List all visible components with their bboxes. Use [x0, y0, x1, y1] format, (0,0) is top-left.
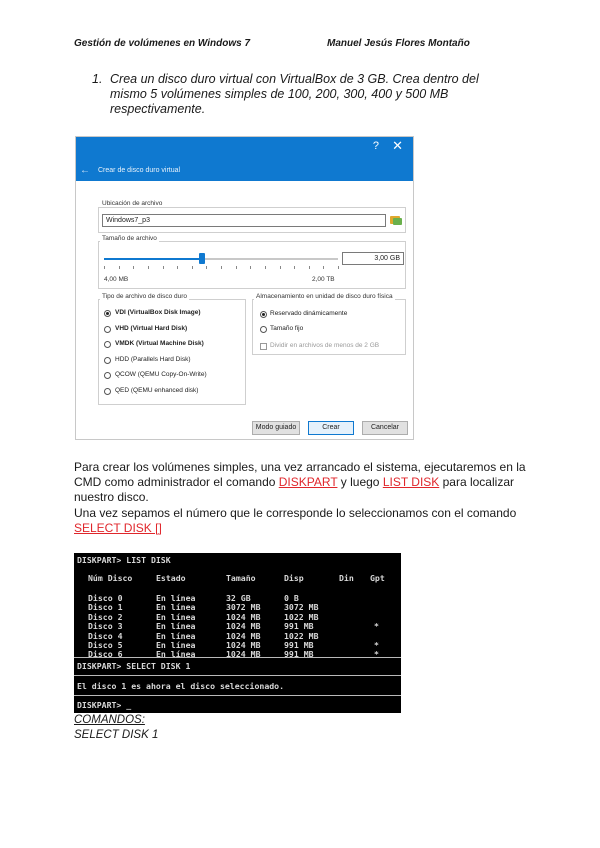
split-label: Dividir en archivos de menos de 2 GB	[270, 342, 380, 349]
table-cell: 991 MB	[284, 649, 314, 660]
slider-tick	[323, 266, 325, 269]
task-number: 1.	[92, 72, 103, 86]
file-type-radio[interactable]	[104, 356, 111, 364]
slider-tick	[147, 266, 149, 269]
slider-tick	[250, 266, 252, 269]
slider-tick	[177, 266, 179, 269]
paragraph-select: Una vez sepamos el número que le corresp…	[74, 506, 534, 536]
file-type-radio[interactable]	[104, 310, 111, 317]
slider-tick	[294, 266, 296, 269]
file-type-radio[interactable]	[104, 341, 111, 348]
file-type-label: Tipo de archivo de disco duro	[100, 293, 190, 300]
paragraph-diskpart: Para crear los volúmenes simples, una ve…	[74, 460, 534, 505]
size-slider-thumb[interactable]	[199, 253, 206, 264]
slider-tick	[235, 266, 237, 269]
file-type-option-label: VMDK (Virtual Machine Disk)	[115, 340, 204, 347]
storage-radio[interactable]	[260, 326, 267, 333]
size-max-label: 2,00 TB	[312, 276, 335, 283]
storage-option-label: Reservado dinámicamente	[270, 310, 348, 317]
storage-radio[interactable]	[260, 311, 267, 318]
split-checkbox[interactable]	[260, 343, 267, 350]
create-disk-dialog: ? ✕ ← Crear de disco duro virtual Ubicac…	[75, 136, 414, 440]
table-header-cell: Disp	[284, 573, 304, 583]
storage-option-label: Tamaño fijo	[270, 325, 304, 332]
help-icon[interactable]: ?	[373, 140, 379, 152]
size-label: Tamaño de archivo	[100, 235, 159, 242]
file-type-option-label: QCOW (QEMU Copy-On-Write)	[115, 371, 207, 378]
table-header-cell: Núm Disco	[88, 573, 133, 583]
commands-line: SELECT DISK 1	[74, 729, 159, 741]
size-slider-fill	[104, 258, 203, 260]
table-cell: En línea	[156, 649, 196, 660]
file-type-option-label: VHD (Virtual Hard Disk)	[115, 324, 188, 332]
para2-text-a: Una vez sepamos el número que le corresp…	[74, 506, 517, 520]
file-type-option-label: VDI (VirtualBox Disk Image)	[115, 309, 201, 316]
table-cell: Disco 6	[88, 649, 123, 660]
folder-icon[interactable]	[390, 216, 402, 225]
location-label: Ubicación de archivo	[100, 200, 165, 207]
dialog-heading: Crear de disco duro virtual	[98, 167, 181, 174]
cmd-window: DISKPART> LIST DISK DISKPART> SELECT DIS…	[74, 553, 401, 713]
task-text: Crea un disco duro virtual con VirtualBo…	[110, 72, 479, 116]
table-cell: 1024 MB	[226, 649, 261, 660]
cmd-prompt-cursor: DISKPART> _	[77, 700, 132, 710]
file-type-option-label: HDD (Parallels Hard Disk)	[115, 355, 191, 363]
close-icon[interactable]: ✕	[392, 138, 403, 154]
para1-text-b: y luego	[337, 475, 383, 489]
location-input[interactable]: Windows7_p3	[102, 214, 386, 227]
file-type-radio[interactable]	[104, 387, 111, 395]
slider-tick	[279, 266, 281, 269]
cmd-separator	[74, 695, 401, 696]
table-header-cell: Estado	[156, 573, 186, 583]
select-disk-link[interactable]: SELECT DISK []	[74, 521, 162, 535]
cancel-button[interactable]: Cancelar	[362, 421, 408, 435]
slider-tick	[104, 266, 105, 269]
back-arrow-icon[interactable]: ←	[80, 165, 90, 176]
commands-title: COMANDOS:	[74, 714, 145, 726]
slider-tick	[221, 266, 222, 269]
table-header-cell: Gpt	[370, 573, 385, 583]
size-input[interactable]: 3,00 GB	[342, 252, 404, 265]
slider-tick	[191, 266, 193, 269]
cmd-result: El disco 1 es ahora el disco seleccionad…	[77, 681, 285, 691]
size-group	[98, 241, 406, 289]
header-right: Manuel Jesús Flores Montaño	[327, 38, 470, 49]
size-min-label: 4,00 MB	[104, 276, 129, 283]
dialog-titlebar: ? ✕ ← Crear de disco duro virtual	[76, 137, 413, 181]
slider-tick	[162, 266, 164, 269]
slider-tick	[264, 266, 266, 269]
slider-tick	[308, 266, 310, 269]
slider-tick	[118, 266, 120, 269]
cmd-prompt-list: DISKPART> LIST DISK	[77, 555, 171, 565]
header-left: Gestión de volúmenes en Windows 7	[74, 38, 251, 49]
guided-mode-button[interactable]: Modo guiado	[252, 421, 300, 435]
table-header-cell: Tamaño	[226, 573, 256, 583]
file-type-radio[interactable]	[104, 372, 111, 379]
slider-tick	[338, 266, 339, 269]
list-disk-link[interactable]: LIST DISK	[383, 475, 439, 489]
cmd-separator	[74, 675, 401, 676]
table-header-cell: Din	[339, 573, 354, 583]
file-type-option-label: QED (QEMU enhanced disk)	[115, 386, 199, 394]
table-cell: *	[374, 649, 379, 660]
cmd-prompt-select: DISKPART> SELECT DISK 1	[77, 661, 191, 671]
table-cell: *	[374, 621, 379, 632]
slider-tick	[133, 266, 135, 269]
slider-tick	[206, 266, 208, 269]
storage-label: Almacenamiento en unidad de disco duro f…	[254, 293, 395, 300]
create-button[interactable]: Crear	[308, 421, 354, 435]
file-type-radio[interactable]	[104, 325, 111, 333]
diskpart-link[interactable]: DISKPART	[279, 475, 338, 489]
